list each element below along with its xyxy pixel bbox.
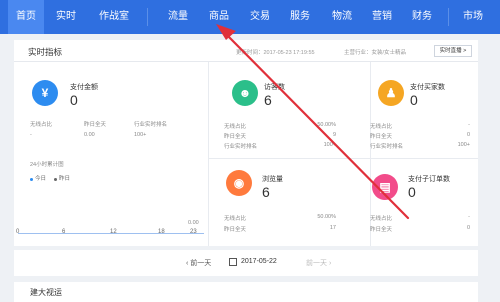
metric-row-value: 100+ — [457, 142, 470, 148]
metric-row-label: 无线占比 — [370, 124, 393, 130]
metric-row-value: 9 — [332, 132, 336, 138]
chart-top-value: 0.00 — [188, 220, 199, 226]
metric-row-label: 无线占比 — [224, 216, 247, 222]
prev-day-button[interactable]: ‹ 前一天 — [186, 258, 211, 268]
metric-name: 访客数 — [264, 84, 285, 91]
nav-item-war-room[interactable]: 作战室 — [92, 0, 136, 34]
metric-row-value: 50.00% — [317, 122, 336, 128]
legend-today: 今日 — [35, 176, 47, 182]
metric-row-value: 0.00 — [84, 132, 95, 138]
metric-row-label: 昨日全天 — [370, 227, 393, 233]
nav-item-trade[interactable]: 交易 — [244, 0, 276, 34]
order-icon: ▤ — [372, 174, 398, 200]
metric-value: 0 — [410, 92, 418, 108]
nav-item-service[interactable]: 服务 — [284, 0, 316, 34]
metric-name: 支付金额 — [70, 84, 98, 91]
x-tick: 0 — [16, 229, 20, 235]
nav-item-products[interactable]: 商品 — [203, 0, 235, 34]
metric-row-label: 昨日全天 — [224, 227, 247, 233]
calendar-icon[interactable] — [229, 258, 237, 266]
top-nav: 首页 实时 作战室 流量 商品 交易 服务 物流 营销 财务 市场 — [0, 0, 500, 34]
industry-label: 主营行业：女装/女士精品 — [344, 50, 407, 56]
nav-item-realtime[interactable]: 实时 — [52, 0, 80, 34]
nav-item-finance[interactable]: 财务 — [406, 0, 438, 34]
metric-row-label: 行业实时排名 — [370, 144, 404, 150]
realtime-metrics-panel: 实时指标 更新时间：2017-05-23 17:19:55 主营行业：女装/女士… — [14, 40, 478, 246]
nav-item-logistics[interactable]: 物流 — [326, 0, 358, 34]
date-navigation-bar: ‹ 前一天 2017-05-22 前一天 › — [14, 250, 478, 276]
next-day-label: 前一天 — [306, 260, 327, 267]
metric-row-label: 行业实时排名 — [134, 122, 168, 128]
column-divider — [208, 62, 209, 246]
legend-yesterday-swatch — [54, 178, 57, 181]
x-tick: 18 — [158, 229, 165, 235]
metric-value: 6 — [262, 184, 270, 200]
visitor-icon: ☻ — [232, 80, 258, 106]
metric-row-label: 行业实时排名 — [224, 144, 258, 150]
panel-header: 实时指标 更新时间：2017-05-23 17:19:55 主营行业：女装/女士… — [14, 40, 478, 62]
metric-name: 支付子订单数 — [408, 176, 450, 183]
bottom-panel-title: 建大视运 — [30, 288, 62, 297]
metric-row-value: - — [468, 214, 470, 220]
nav-separator — [147, 8, 148, 26]
eye-icon: ◉ — [226, 170, 252, 196]
metric-name: 浏览量 — [262, 176, 283, 183]
panel-title: 实时指标 — [28, 47, 63, 57]
metric-value: 6 — [264, 92, 272, 108]
metric-row-label: 昨日全天 — [84, 122, 107, 128]
metric-value: 0 — [70, 92, 78, 108]
legend-today-swatch — [30, 178, 33, 181]
metric-row-value: - — [468, 122, 470, 128]
metric-row-value: 50.00% — [317, 214, 336, 220]
metric-row-value: 100+ — [323, 142, 336, 148]
metric-row-value: - — [30, 132, 32, 138]
bottom-panel: 建大视运 — [14, 282, 478, 302]
nav-item-traffic[interactable]: 流量 — [162, 0, 194, 34]
metric-name: 支付买家数 — [410, 84, 445, 91]
x-tick: 12 — [110, 229, 117, 235]
row-divider — [208, 158, 478, 159]
next-day-button[interactable]: 前一天 › — [306, 258, 331, 268]
metric-row-value: 0 — [466, 225, 470, 231]
nav-item-marketing[interactable]: 营销 — [366, 0, 398, 34]
legend-yesterday: 昨日 — [59, 176, 71, 182]
metric-value: 0 — [408, 184, 416, 200]
nav-separator — [448, 8, 449, 26]
metric-row-label: 无线占比 — [370, 216, 393, 222]
selected-date[interactable]: 2017-05-22 — [241, 258, 277, 265]
yen-icon: ¥ — [32, 80, 58, 106]
metric-row-label: 无线占比 — [30, 122, 53, 128]
live-stream-button[interactable]: 实时直播 > — [434, 45, 472, 57]
nav-item-home[interactable]: 首页 — [8, 0, 44, 34]
metric-row-value: 100+ — [134, 132, 147, 138]
nav-item-market[interactable]: 市场 — [456, 0, 490, 34]
metric-row-label: 昨日全天 — [370, 134, 393, 140]
x-tick: 6 — [62, 229, 66, 235]
metric-row-value: 17 — [329, 225, 336, 231]
metric-row-label: 无线占比 — [224, 124, 247, 130]
update-time: 更新时间：2017-05-23 17:19:55 — [236, 50, 315, 56]
metric-row-label: 昨日全天 — [224, 134, 247, 140]
prev-day-label: 前一天 — [190, 260, 212, 267]
x-tick: 23 — [190, 229, 197, 235]
chart-title: 24小时累计图 — [30, 162, 64, 168]
buyer-icon: ♟ — [378, 80, 404, 106]
metric-row-value: 0 — [466, 132, 470, 138]
